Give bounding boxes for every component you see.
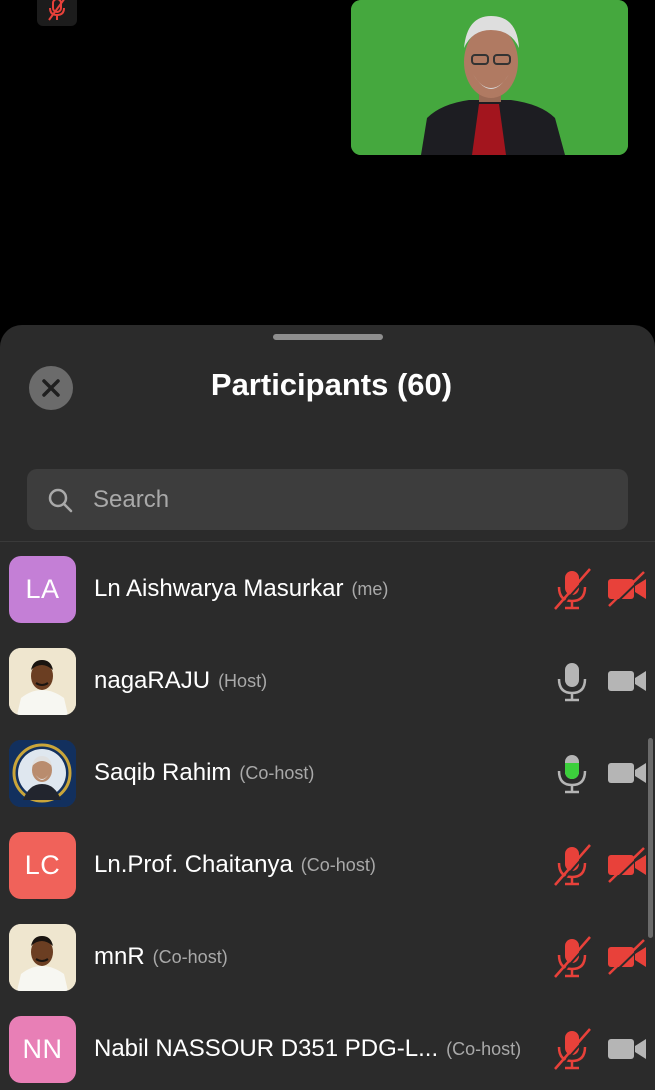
participant-role: (Co-host) [300,854,376,875]
drag-handle[interactable] [273,334,383,340]
avatar: LC [9,832,76,899]
avatar [9,924,76,991]
participant-role: (Co-host) [152,946,228,967]
avatar: NN [9,1016,76,1083]
mic-off-icon[interactable] [552,843,592,887]
participant-role: (Host) [218,670,268,691]
participant-name-group: Ln.Prof. Chaitanya (Co-host) [94,819,376,911]
participants-panel: Participants (60) LA Ln Aishwarya Masurk… [0,325,655,1090]
participant-role: (me) [351,578,389,599]
avatar: LA [9,556,76,623]
participant-name: Saqib Rahim [94,759,232,786]
participant-role: (Co-host) [239,762,315,783]
avatar-photo [9,924,76,991]
speaker-video-tile[interactable] [351,0,628,155]
participant-list: LA Ln Aishwarya Masurkar (me) nagaRAJU (… [0,543,655,1090]
video-icon[interactable] [606,662,648,700]
avatar-photo [9,648,76,715]
video-icon[interactable] [606,1030,648,1068]
video-off-icon[interactable] [606,570,648,608]
avatar-photo [9,740,76,807]
participant-row[interactable]: LA Ln Aishwarya Masurkar (me) [0,543,655,635]
participant-row[interactable]: NN Nabil NASSOUR D351 PDG-L... (Co-host) [0,1003,655,1090]
mic-off-icon[interactable] [552,935,592,979]
mic-speaking-icon[interactable] [552,751,592,795]
participant-row[interactable]: Saqib Rahim (Co-host) [0,727,655,819]
avatar [9,740,76,807]
participant-name: nagaRAJU [94,667,211,694]
participant-role: (Co-host) [446,1038,522,1059]
participant-name: Nabil NASSOUR D351 PDG-L... [94,1035,439,1062]
video-off-icon[interactable] [606,938,648,976]
mic-icon[interactable] [552,659,592,703]
panel-title: Participants (60) [210,367,453,402]
divider [0,541,655,542]
meeting-video-area [0,0,655,330]
mic-off-icon [48,0,65,21]
participant-name-group: nagaRAJU (Host) [94,635,267,727]
participant-name: Ln Aishwarya Masurkar [94,575,344,602]
avatar-initials: LA [25,574,60,604]
avatar-initials: NN [22,1034,63,1064]
search-icon [48,488,73,512]
video-off-icon[interactable] [606,846,648,884]
participant-row[interactable]: nagaRAJU (Host) [0,635,655,727]
avatar-initials: LC [24,850,61,880]
participant-row[interactable]: mnR (Co-host) [0,911,655,1003]
scrollbar[interactable] [648,738,653,938]
participant-name-group: Nabil NASSOUR D351 PDG-L... (Co-host) [94,1003,521,1090]
search-bar[interactable] [27,469,628,530]
speaker-video-image [351,0,628,155]
search-input[interactable] [93,485,573,514]
video-icon[interactable] [606,754,648,792]
mic-off-icon[interactable] [552,1027,592,1071]
mic-off-badge [37,0,77,26]
participant-name-group: mnR (Co-host) [94,911,228,1003]
participant-name: Ln.Prof. Chaitanya [94,851,293,878]
mic-off-icon[interactable] [552,567,592,611]
participant-row[interactable]: LC Ln.Prof. Chaitanya (Co-host) [0,819,655,911]
avatar [9,648,76,715]
participant-name-group: Ln Aishwarya Masurkar (me) [94,543,388,635]
participant-name-group: Saqib Rahim (Co-host) [94,727,314,819]
participant-name: mnR [94,943,145,970]
